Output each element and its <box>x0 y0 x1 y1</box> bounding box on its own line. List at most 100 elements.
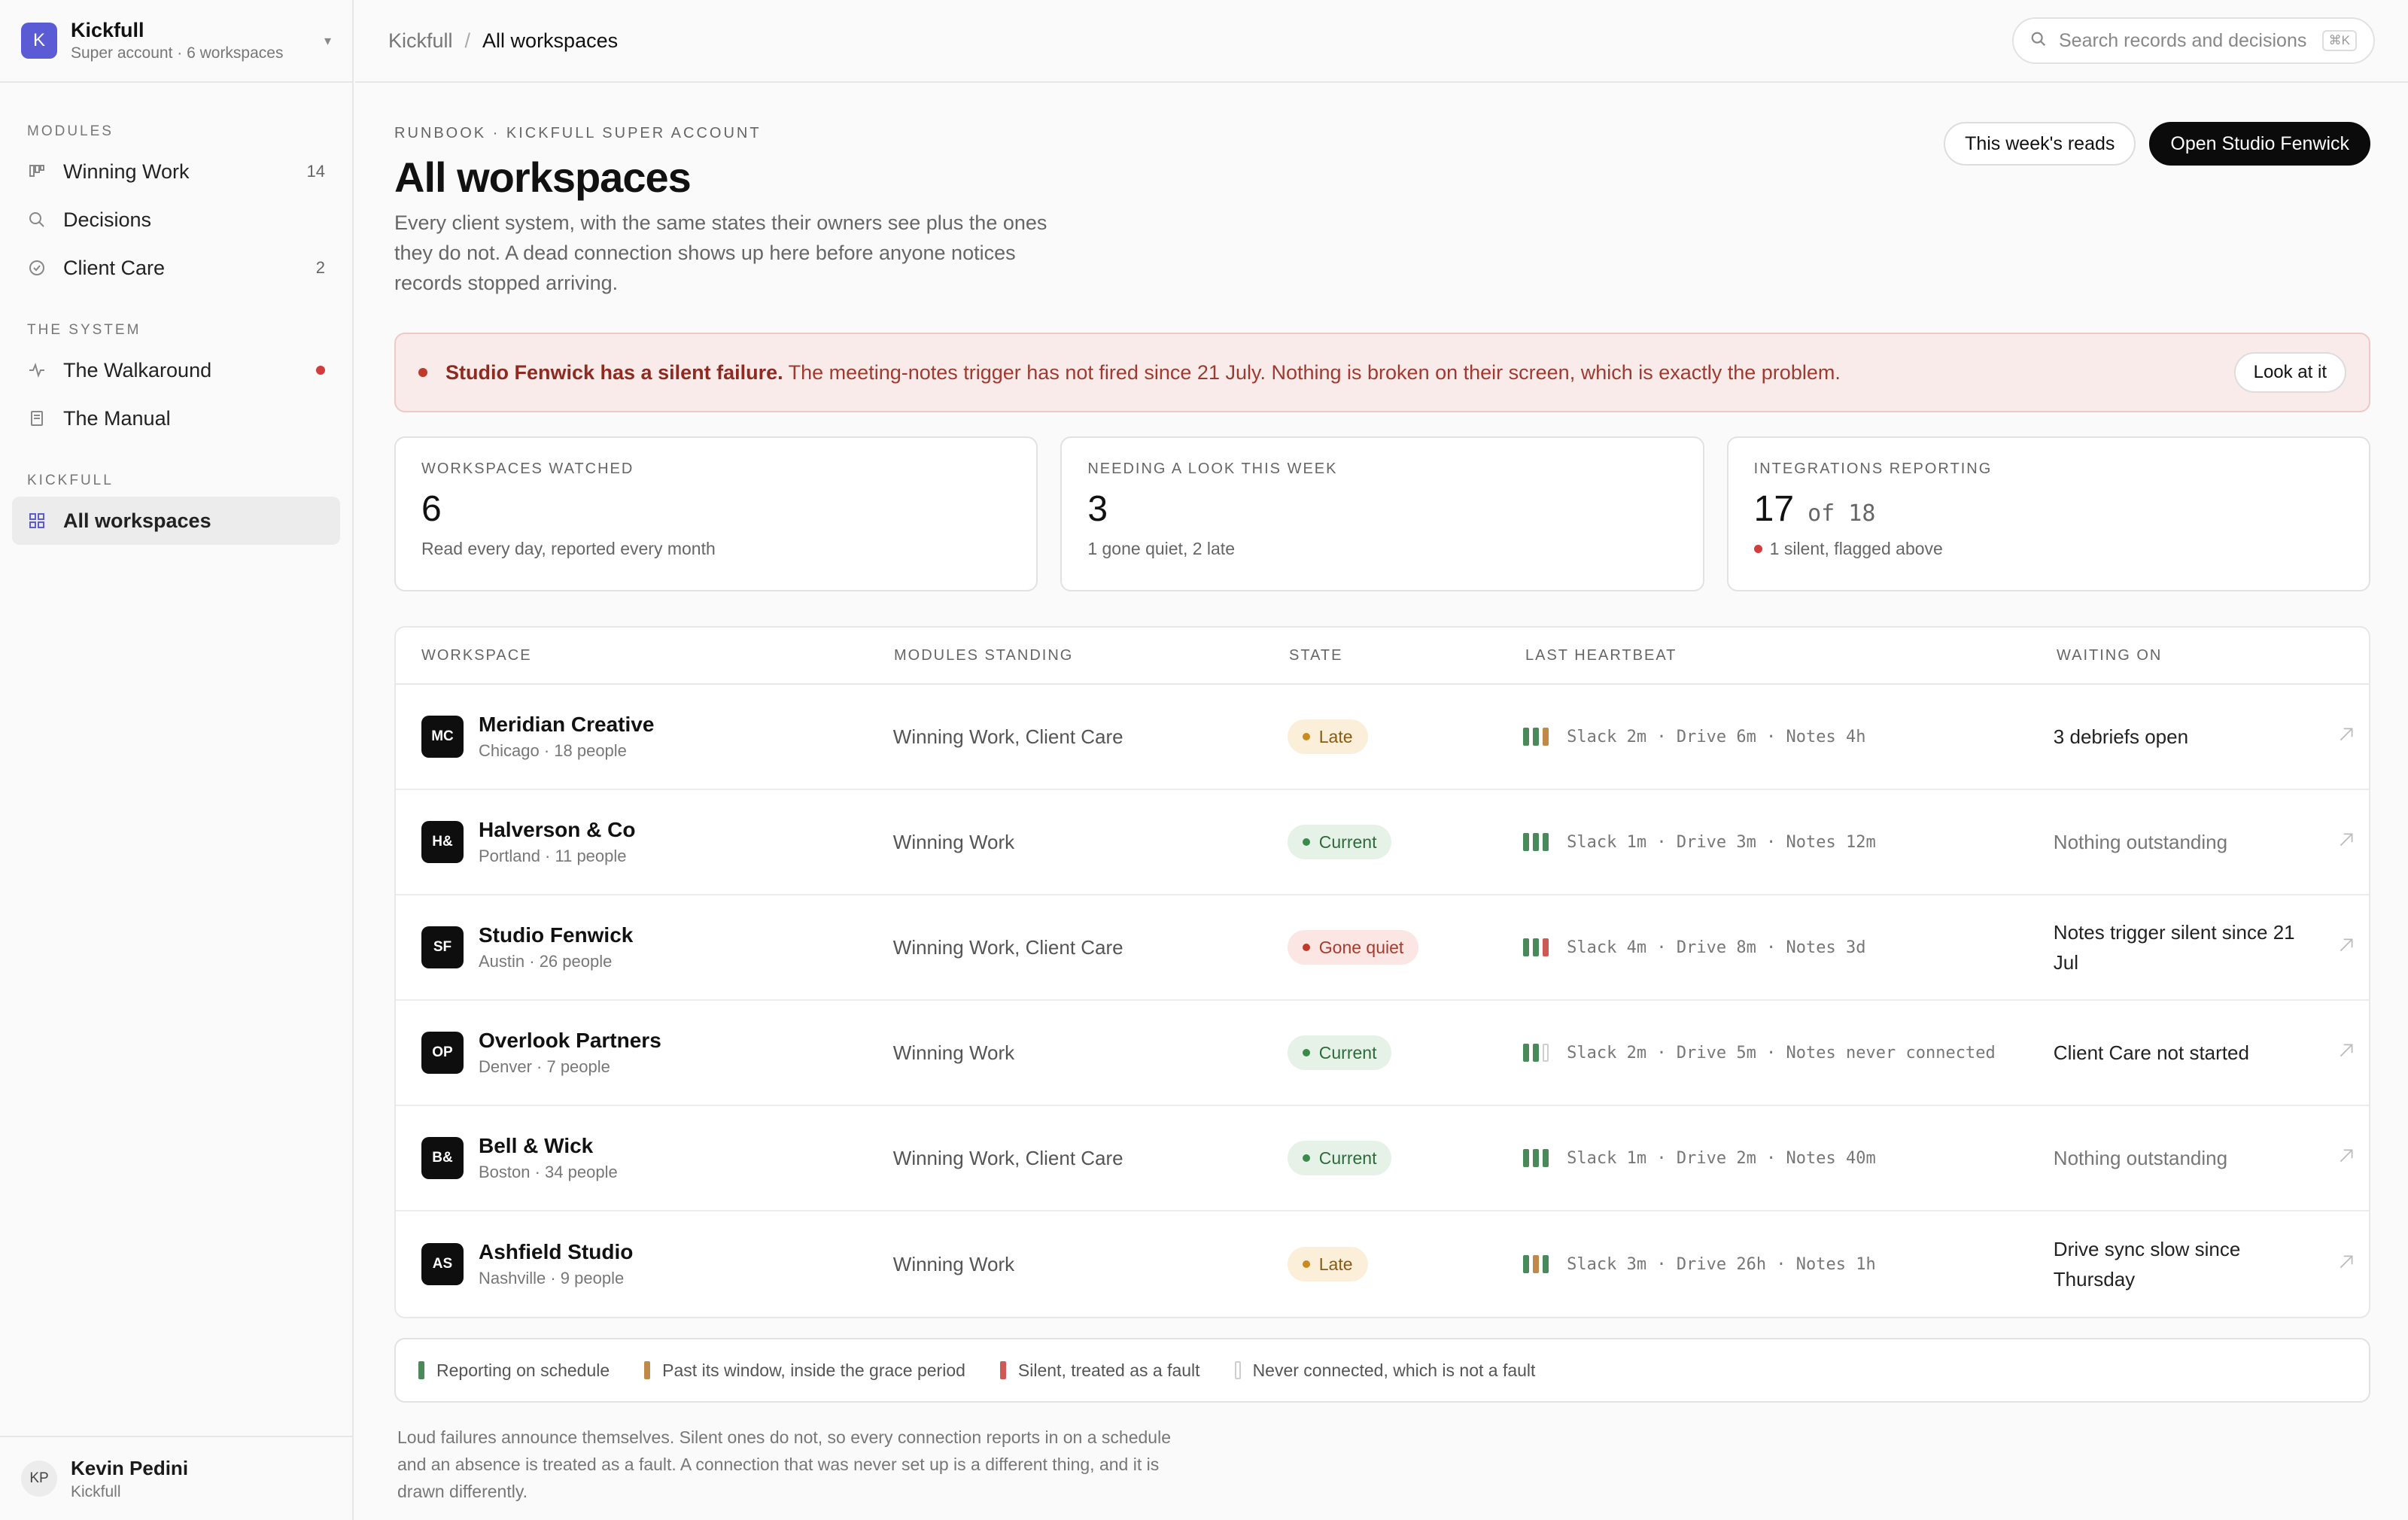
heartbeat-bar <box>1533 1044 1540 1062</box>
heartbeat-bar <box>1543 833 1549 851</box>
heartbeat-bars <box>1523 833 1549 851</box>
alert-banner: Studio Fenwick has a silent failure. The… <box>394 333 2370 412</box>
sidebar-item-all-workspaces[interactable]: All workspaces <box>12 497 340 545</box>
open-row-button[interactable] <box>2324 1041 2369 1066</box>
book-icon <box>27 409 47 428</box>
workspace-switcher[interactable]: K Kickfull Super account · 6 workspaces … <box>0 0 352 83</box>
table-row[interactable]: H& Halverson & Co Portland · 11 people W… <box>396 790 2369 895</box>
workspace-name[interactable]: Overlook Partners <box>479 1029 661 1053</box>
heartbeat-cell: Slack 3m · Drive 26h · Notes 1h <box>1523 1255 2054 1274</box>
legend-item: Past its window, inside the grace period <box>644 1360 965 1381</box>
legend: Reporting on schedule Past its window, i… <box>394 1338 2370 1403</box>
legend-label: Never connected, which is not a fault <box>1252 1360 1536 1380</box>
table-row[interactable]: OP Overlook Partners Denver · 7 people W… <box>396 1001 2369 1106</box>
search-input[interactable]: Search records and decisions ⌘K <box>2012 17 2375 64</box>
workspace-name[interactable]: Ashfield Studio <box>479 1240 633 1264</box>
legend-swatch <box>418 1361 424 1379</box>
workspace-name[interactable]: Halverson & Co <box>479 818 636 842</box>
stat-value: 3 <box>1087 489 1108 529</box>
heartbeat-bars <box>1523 938 1549 956</box>
legend-swatch <box>1234 1361 1241 1379</box>
heartbeat-bar <box>1533 833 1540 851</box>
heartbeat-bar <box>1543 1044 1549 1062</box>
heartbeat-text: Slack 2m · Drive 5m · Notes never connec… <box>1567 1043 1996 1062</box>
look-at-it-button[interactable]: Look at it <box>2233 352 2346 393</box>
open-row-button[interactable] <box>2324 725 2369 749</box>
table-row[interactable]: SF Studio Fenwick Austin · 26 people Win… <box>396 895 2369 1001</box>
stat-label: INTEGRATIONS REPORTING <box>1753 461 1993 477</box>
status-dot <box>1302 838 1310 846</box>
workspace-cell: MC Meridian Creative Chicago · 18 people <box>421 713 893 761</box>
legend-item: Silent, treated as a fault <box>999 1360 1200 1381</box>
state-cell: Late <box>1287 1247 1523 1281</box>
workspace-name[interactable]: Bell & Wick <box>479 1134 618 1158</box>
workspace-cell: B& Bell & Wick Boston · 34 people <box>421 1134 893 1182</box>
heartbeat-bars <box>1523 1255 1549 1273</box>
waiting-on-cell: Drive sync slow since Thursday <box>2053 1238 2241 1290</box>
check-circle-icon <box>27 258 47 278</box>
state-cell: Current <box>1287 1141 1523 1175</box>
status-badge: Current <box>1287 825 1392 859</box>
sidebar-item-decisions[interactable]: Decisions <box>12 196 340 244</box>
open-row-button[interactable] <box>2324 830 2369 855</box>
heartbeat-bar <box>1523 1255 1530 1273</box>
workspace-name[interactable]: Studio Fenwick <box>479 923 633 947</box>
workspace-meta: Austin · 26 people <box>479 952 613 971</box>
alert-text: The meeting-notes trigger has not fired … <box>783 360 1841 384</box>
stats-row: WORKSPACES WATCHED 6 Read every day, rep… <box>394 436 2370 591</box>
sidebar-item-label: All workspaces <box>63 509 211 532</box>
nav-modules: MODULES Winning Work 14 Decisions Client… <box>0 123 352 292</box>
sidebar-item-manual[interactable]: The Manual <box>12 394 340 442</box>
legend-item: Never connected, which is not a fault <box>1234 1360 1536 1381</box>
main-content: This week's reads Open Studio Fenwick RU… <box>394 83 2370 1505</box>
state-cell: Late <box>1287 719 1523 754</box>
workspace-meta: Denver · 7 people <box>479 1057 610 1076</box>
table-header: WORKSPACE MODULES STANDING STATE LAST HE… <box>396 628 2369 685</box>
column-header: LAST HEARTBEAT <box>1525 646 1677 664</box>
heartbeat-bar <box>1543 938 1549 956</box>
heartbeat-bar <box>1523 1149 1530 1167</box>
workspace-monogram: AS <box>421 1243 464 1285</box>
shortcut-hint: ⌘K <box>2321 30 2357 51</box>
sidebar-item-walkaround[interactable]: The Walkaround <box>12 346 340 394</box>
open-workspace-button[interactable]: Open Studio Fenwick <box>2149 122 2370 166</box>
arrow-up-right-icon <box>2337 935 2356 960</box>
sidebar: K Kickfull Super account · 6 workspaces … <box>0 0 354 1520</box>
avatar: KP <box>21 1461 57 1497</box>
nav-heading: THE SYSTEM <box>27 322 141 338</box>
heartbeat-bar <box>1533 938 1540 956</box>
waiting-on-cell: Nothing outstanding <box>2053 1147 2228 1169</box>
search-icon <box>27 210 47 230</box>
sidebar-item-client-care[interactable]: Client Care 2 <box>12 244 340 292</box>
heartbeat-bar <box>1543 1149 1549 1167</box>
heartbeat-bar <box>1533 1149 1540 1167</box>
sidebar-item-winning-work[interactable]: Winning Work 14 <box>12 147 340 196</box>
kanban-icon <box>27 162 47 181</box>
heartbeat-bar <box>1543 1255 1549 1273</box>
workspace-monogram: B& <box>421 1137 464 1179</box>
stat-label: NEEDING A LOOK THIS WEEK <box>1087 461 1338 477</box>
table-row[interactable]: AS Ashfield Studio Nashville · 9 people … <box>396 1211 2369 1317</box>
user-menu[interactable]: KP Kevin Pedini Kickfull <box>0 1436 352 1520</box>
breadcrumb-current: All workspaces <box>482 29 619 52</box>
workspace-cell: OP Overlook Partners Denver · 7 people <box>421 1029 893 1077</box>
weekly-reads-button[interactable]: This week's reads <box>1944 122 2136 166</box>
workspace-meta: Nashville · 9 people <box>479 1269 625 1287</box>
heartbeat-text: Slack 1m · Drive 3m · Notes 12m <box>1567 832 1876 852</box>
arrow-up-right-icon <box>2337 830 2356 855</box>
topbar: Kickfull / All workspaces Search records a… <box>355 0 2408 83</box>
open-row-button[interactable] <box>2324 1252 2369 1277</box>
waiting-on-cell: Client Care not started <box>2053 1041 2249 1064</box>
workspace-monogram: OP <box>421 1032 464 1074</box>
workspace-monogram: H& <box>421 821 464 863</box>
open-row-button[interactable] <box>2324 935 2369 960</box>
breadcrumb-root[interactable]: Kickfull <box>388 29 453 52</box>
breadcrumb: Kickfull / All workspaces <box>388 29 618 53</box>
alert-dot <box>418 368 427 377</box>
sidebar-item-label: Decisions <box>63 208 152 231</box>
table-row[interactable]: MC Meridian Creative Chicago · 18 people… <box>396 685 2369 790</box>
open-row-button[interactable] <box>2324 1146 2369 1171</box>
table-row[interactable]: B& Bell & Wick Boston · 34 people Winnin… <box>396 1106 2369 1211</box>
footnote: Loud failures announce themselves. Silen… <box>397 1427 1171 1501</box>
workspace-name[interactable]: Meridian Creative <box>479 713 654 737</box>
